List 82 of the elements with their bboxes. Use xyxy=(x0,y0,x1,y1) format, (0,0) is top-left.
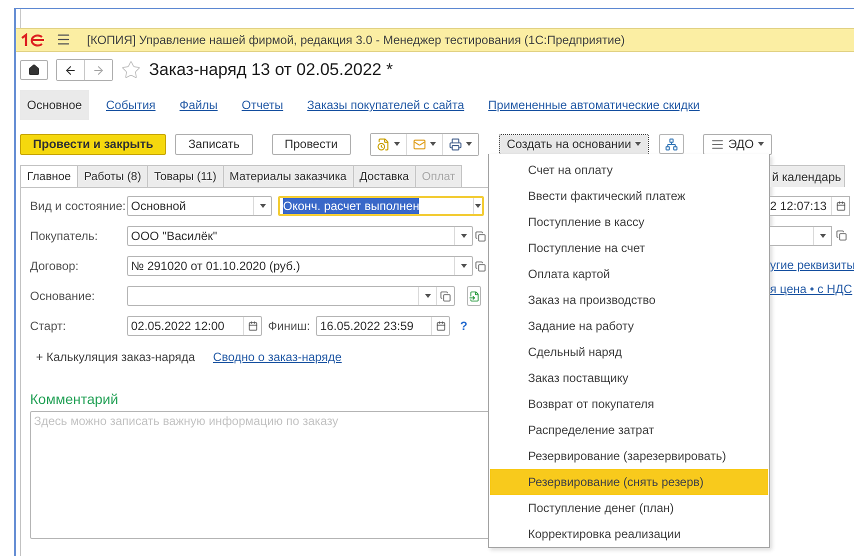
window-title: [КОПИЯ] Управление нашей фирмой, редакция 3.0 - Менеджер тестирования (1С:Предприятие) xyxy=(87,32,625,47)
field-label: Основание: xyxy=(30,289,96,303)
tab[interactable]: Работы (8) xyxy=(76,165,148,187)
section-link[interactable]: Отчеты xyxy=(234,90,290,120)
star-icon[interactable] xyxy=(121,60,141,80)
settings-link[interactable]: угие реквизиты xyxy=(770,258,854,272)
date-field[interactable]: 2 12:07:13 xyxy=(770,196,850,216)
tab[interactable]: й календарь xyxy=(770,165,845,187)
lines-icon xyxy=(711,138,724,150)
section-link[interactable]: События xyxy=(98,90,163,120)
field-label: Договор: xyxy=(30,259,80,273)
menu-item[interactable]: Счет на оплату xyxy=(490,157,768,183)
date-field[interactable]: 02.05.2022 12:00 xyxy=(127,316,262,336)
status-combo[interactable]: Оконч. расчет выполнен xyxy=(278,196,484,216)
date-field[interactable]: 16.05.2022 23:59 xyxy=(316,316,450,336)
combo-field[interactable] xyxy=(127,286,455,306)
logo-icon xyxy=(20,32,46,47)
toolbar-button[interactable]: Записать xyxy=(175,134,253,154)
toolbar-button[interactable]: Провести и закрыть xyxy=(20,134,166,154)
caret-icon xyxy=(260,204,266,208)
menu-item[interactable]: Задание на работу xyxy=(490,313,768,339)
forward-icon xyxy=(92,64,105,76)
section-link[interactable]: Заказы покупателей с сайта xyxy=(300,90,472,120)
home-button[interactable] xyxy=(20,60,48,80)
caret-icon xyxy=(460,264,466,268)
caret-icon xyxy=(635,142,642,146)
caret-icon xyxy=(466,142,472,146)
section-link[interactable]: Основное xyxy=(20,90,89,120)
document-arrow-icon xyxy=(468,290,480,302)
toolbar-button[interactable]: Провести xyxy=(272,134,351,154)
calendar-icon xyxy=(436,321,446,331)
field-label: Финиш: xyxy=(268,319,310,333)
combo-field[interactable] xyxy=(770,226,832,246)
menu-button[interactable]: Создать на основании xyxy=(498,134,650,154)
menu-icon xyxy=(56,32,71,48)
caret-icon xyxy=(394,142,400,146)
comment-title: Комментарий xyxy=(30,391,120,407)
back-icon xyxy=(64,64,77,76)
caret-icon xyxy=(758,142,764,146)
combo-field[interactable]: ООО "Василёк" xyxy=(127,226,473,246)
field-label: Старт: xyxy=(30,319,67,333)
expand-toggle[interactable]: + Калькуляция заказ-наряда xyxy=(36,350,196,364)
caret-icon xyxy=(424,294,430,298)
tab[interactable]: Главное xyxy=(20,165,78,187)
tab[interactable]: Материалы заказчика xyxy=(222,165,354,187)
print-button[interactable] xyxy=(442,134,478,154)
menu-item[interactable]: Сдельный наряд xyxy=(490,339,768,365)
menu-button[interactable]: ЭДО xyxy=(703,134,772,154)
menu-item[interactable]: Поступление в кассу xyxy=(490,209,768,235)
menu-item[interactable]: Ввести фактический платеж xyxy=(490,183,768,209)
copy-icon xyxy=(836,230,847,241)
combo-field[interactable]: № 291020 от 01.10.2020 (руб.) xyxy=(127,256,473,276)
summary-link[interactable]: Сводно о заказ-наряде xyxy=(213,350,342,364)
caret-icon xyxy=(460,234,466,238)
caret-icon xyxy=(475,204,481,208)
calendar-icon xyxy=(836,201,846,211)
caret-icon xyxy=(430,142,436,146)
copy-icon xyxy=(475,230,486,242)
section-link[interactable]: Файлы xyxy=(172,90,225,120)
file-clock-icon xyxy=(376,138,390,150)
document-title: Заказ-наряд 13 от 02.05.2022 * xyxy=(149,60,393,80)
copy-icon xyxy=(440,290,451,302)
copy-icon xyxy=(475,260,486,272)
caret-icon xyxy=(820,234,826,238)
menu-item[interactable]: Заказ на производство xyxy=(490,287,768,313)
tab[interactable]: Товары (11) xyxy=(147,165,224,187)
help-link[interactable]: ? xyxy=(460,319,468,333)
tab[interactable]: Доставка xyxy=(352,165,416,187)
structure-button[interactable] xyxy=(659,134,684,154)
mail-icon xyxy=(412,138,426,150)
fill-button[interactable] xyxy=(467,286,481,306)
structure-icon xyxy=(665,138,678,150)
home-icon xyxy=(28,64,40,76)
menu-item[interactable]: Оплата картой xyxy=(490,261,768,287)
menu-item[interactable]: Поступление на счет xyxy=(490,235,768,261)
calendar-icon xyxy=(248,321,258,331)
printer-icon xyxy=(448,138,462,150)
section-link[interactable]: Примененные автоматические скидки xyxy=(481,90,707,120)
menu-item[interactable]: Заказ поставщику xyxy=(490,365,768,391)
field-label: Покупатель: xyxy=(30,229,99,243)
settings-link[interactable]: я цена • с НДС xyxy=(770,282,854,296)
kind-combo[interactable]: Основной xyxy=(127,196,272,216)
